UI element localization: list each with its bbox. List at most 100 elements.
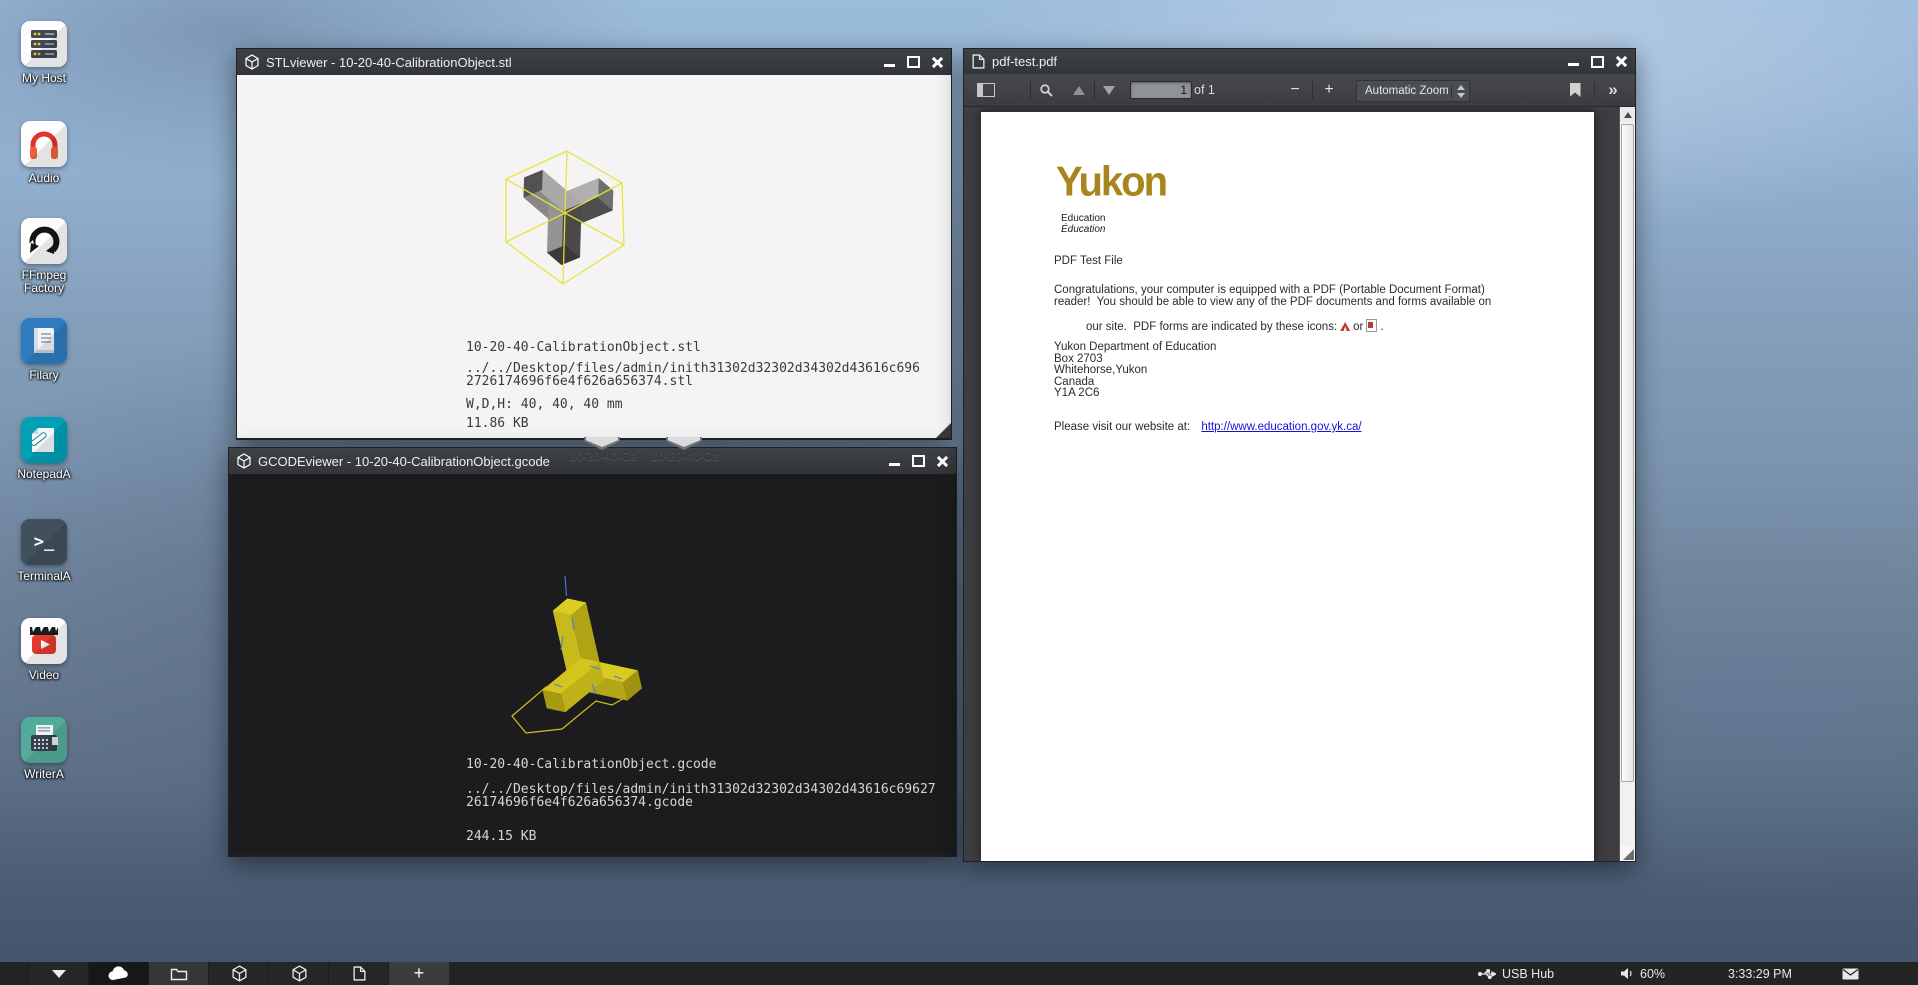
desktop-icon-label: WriterA bbox=[10, 768, 78, 781]
toolbar-divider bbox=[1094, 81, 1095, 99]
stl-filepath: ../../Desktop/files/admin/inith31302d323… bbox=[466, 362, 924, 388]
server-icon bbox=[21, 21, 67, 67]
desktop-icon-ffmpeg-factory[interactable]: FFmpeg Factory bbox=[10, 218, 78, 295]
page-count-label: of 1 bbox=[1194, 74, 1234, 106]
stl-dimensions: W,D,H: 40, 40, 40 mm bbox=[466, 397, 623, 412]
cube-icon bbox=[232, 965, 247, 982]
desktop-icon-terminala[interactable]: >_ TerminalA bbox=[10, 519, 78, 583]
logo-subtext-fr: Éducation bbox=[1061, 224, 1105, 235]
desktop-icon-my-host[interactable]: My Host bbox=[10, 21, 78, 85]
minimize-button[interactable] bbox=[884, 64, 895, 67]
terminal-prompt-icon: >_ bbox=[21, 519, 67, 565]
taskbar-pdf-button[interactable] bbox=[328, 962, 389, 985]
desktop-icon-video[interactable]: Video bbox=[10, 618, 78, 682]
desktop-icon-label: My Host bbox=[10, 72, 78, 85]
book-icon bbox=[21, 318, 67, 364]
zoom-select[interactable]: Automatic Zoom bbox=[1356, 80, 1470, 102]
gcode-3d-model bbox=[506, 566, 656, 741]
close-button[interactable] bbox=[937, 456, 948, 467]
bookmark-icon bbox=[1570, 83, 1581, 97]
stl-window-titlebar[interactable]: STLviewer - 10-20-40-CalibrationObject.s… bbox=[237, 49, 951, 75]
page-number-input[interactable] bbox=[1130, 81, 1192, 99]
desktop-icon-writera[interactable]: WriterA bbox=[10, 717, 78, 781]
speaker-icon bbox=[1620, 967, 1634, 980]
taskbar-stlviewer-button[interactable] bbox=[208, 962, 269, 985]
more-tools-button[interactable]: » bbox=[1598, 74, 1628, 106]
toolbar-divider bbox=[1030, 81, 1031, 99]
zoom-out-button[interactable]: − bbox=[1282, 74, 1308, 106]
taskbar-files-button[interactable] bbox=[148, 962, 209, 985]
desktop-file-label[interactable]: 10-20-40-Ca bbox=[560, 449, 646, 463]
stl-viewport[interactable]: 10-20-40-CalibrationObject.stl ../../Des… bbox=[237, 75, 951, 438]
desktop-icon-filary[interactable]: Filary bbox=[10, 318, 78, 382]
headphones-icon bbox=[21, 121, 67, 167]
next-page-button[interactable] bbox=[1096, 74, 1122, 106]
sidebar-toggle-button[interactable] bbox=[972, 74, 1000, 106]
gcode-filepath: ../../Desktop/files/admin/inith31302d323… bbox=[466, 783, 940, 809]
pdf-toolbar: of 1 − + Automatic Zoom » bbox=[964, 74, 1635, 107]
arrow-down-icon bbox=[1103, 86, 1115, 95]
pdf-form-icon bbox=[1366, 319, 1377, 332]
website-label: Please visit our website at: bbox=[1054, 421, 1190, 433]
stl-filesize: 11.86 KB bbox=[466, 416, 529, 431]
address-line: Whitehorse,Yukon bbox=[1054, 365, 1216, 377]
cube-icon bbox=[237, 453, 251, 469]
pdf-scrollbar[interactable] bbox=[1619, 107, 1635, 861]
address-block: Yukon Department of Education Box 2703 W… bbox=[1054, 342, 1216, 400]
usb-tray-item[interactable]: USB Hub bbox=[1478, 962, 1554, 985]
website-link[interactable]: http://www.education.gov.yk.ca/ bbox=[1201, 421, 1361, 433]
volume-tray-item[interactable]: 60% bbox=[1620, 962, 1665, 985]
pdf-window-titlebar[interactable]: pdf-test.pdf bbox=[964, 49, 1635, 74]
folder-icon bbox=[170, 967, 188, 981]
spinner-down-icon bbox=[1457, 93, 1465, 98]
previous-page-button[interactable] bbox=[1066, 74, 1092, 106]
scrollbar-thumb[interactable] bbox=[1621, 124, 1634, 782]
scroll-up-button[interactable] bbox=[1620, 107, 1635, 122]
gcode-viewport[interactable]: 10-20-40-CalibrationObject.gcode ../../D… bbox=[229, 474, 956, 855]
mail-tray-item[interactable] bbox=[1842, 962, 1859, 985]
taskbar: + USB Hub 60% 3:33:29 PM bbox=[0, 962, 1918, 985]
minimize-button[interactable] bbox=[889, 463, 900, 466]
pdf-body-line1: Congratulations, your computer is equipp… bbox=[1054, 284, 1485, 296]
usb-label: USB Hub bbox=[1502, 967, 1554, 981]
resize-grip[interactable] bbox=[1620, 846, 1635, 861]
taskbar-menu-button[interactable] bbox=[28, 962, 89, 985]
usb-icon bbox=[1478, 968, 1496, 980]
desktop-icon-notepada[interactable]: NotepadA bbox=[10, 417, 78, 481]
pdf-page: Yukon Education Éducation PDF Test File … bbox=[981, 112, 1594, 861]
desktop-icon-label: Video bbox=[10, 669, 78, 682]
address-line: Y1A 2C6 bbox=[1054, 388, 1216, 400]
zoom-in-button[interactable]: + bbox=[1316, 74, 1342, 106]
video-player-icon bbox=[21, 618, 67, 664]
stl-3d-model bbox=[505, 149, 625, 299]
search-icon bbox=[1039, 83, 1054, 98]
taskbar-new-button[interactable]: + bbox=[388, 962, 449, 985]
desktop-icon-label: FFmpeg Factory bbox=[10, 269, 78, 295]
resize-grip[interactable] bbox=[936, 423, 951, 438]
address-line: Yukon Department of Education bbox=[1054, 342, 1216, 354]
search-button[interactable] bbox=[1032, 74, 1060, 106]
taskbar-gcodeviewer-button[interactable] bbox=[268, 962, 329, 985]
maximize-button[interactable] bbox=[912, 455, 925, 467]
gcode-viewer-window: GCODEviewer - 10-20-40-CalibrationObject… bbox=[228, 447, 957, 857]
maximize-button[interactable] bbox=[1591, 56, 1604, 68]
minimize-button[interactable] bbox=[1568, 63, 1579, 66]
maximize-button[interactable] bbox=[907, 56, 920, 68]
stl-filename: 10-20-40-CalibrationObject.stl bbox=[466, 340, 701, 355]
close-button[interactable] bbox=[1616, 56, 1627, 67]
desktop-icon-audio[interactable]: Audio bbox=[10, 121, 78, 185]
clock[interactable]: 3:33:29 PM bbox=[1728, 962, 1792, 985]
desktop-file-label[interactable]: 10-20-40-Ca bbox=[642, 449, 728, 463]
logo-subtext-en: Education bbox=[1061, 213, 1105, 224]
bookmark-button[interactable] bbox=[1562, 74, 1588, 106]
desktop-icon-label: NotepadA bbox=[10, 468, 78, 481]
gcode-filename: 10-20-40-CalibrationObject.gcode bbox=[466, 757, 716, 772]
envelope-icon bbox=[1842, 968, 1859, 980]
acrobat-icon bbox=[1340, 322, 1350, 331]
caret-down-icon bbox=[52, 970, 66, 978]
pdf-doc-icon bbox=[972, 54, 985, 69]
taskbar-cloud-button[interactable] bbox=[88, 962, 149, 985]
website-line: Please visit our website at: http://www.… bbox=[1054, 421, 1362, 433]
spinner-up-icon bbox=[1457, 85, 1465, 90]
close-button[interactable] bbox=[932, 57, 943, 68]
